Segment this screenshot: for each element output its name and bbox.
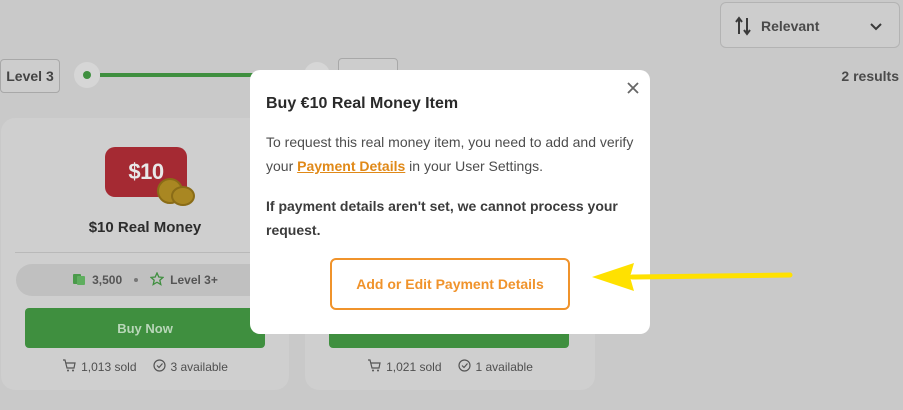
product-title: $10 Real Money (88, 219, 202, 236)
level-slider-handle[interactable] (74, 62, 100, 88)
close-icon[interactable] (626, 81, 642, 97)
price-level-pill: 3,500 Level 3+ (16, 264, 274, 296)
cart-icon (62, 359, 76, 375)
buy-now-button[interactable]: Buy Now (25, 308, 265, 348)
available-count: 3 available (170, 360, 228, 374)
product-card: $10 $10 Real Money 3,500 Level 3+ Buy No… (1, 118, 289, 390)
check-circle-icon (457, 359, 471, 375)
coins-icon (72, 272, 86, 289)
level-requirement: Level 3+ (170, 273, 218, 287)
available-count: 1 available (475, 360, 533, 374)
add-edit-payment-details-button[interactable]: Add or Edit Payment Details (330, 258, 570, 310)
price-value: 3,500 (92, 273, 123, 287)
sold-count: 1,021 sold (386, 360, 442, 374)
annotation-arrow-icon (590, 258, 794, 301)
results-count: 2 results (841, 68, 899, 84)
card-stats: 1,013 sold 3 available (1, 359, 289, 375)
coin-icon (171, 186, 195, 206)
modal-message: To request this real money item, you nee… (266, 130, 638, 178)
separator-dot (134, 278, 139, 282)
payment-details-link[interactable]: Payment Details (297, 158, 405, 174)
sort-label: Relevant (761, 18, 820, 34)
modal-message-text-end: in your User Settings. (405, 158, 544, 174)
sort-arrows-icon (735, 16, 751, 41)
card-stats: 1,021 sold 1 available (305, 359, 595, 375)
modal-warning: If payment details aren't set, we cannot… (266, 198, 618, 238)
divider (15, 252, 275, 253)
check-circle-icon (152, 359, 166, 375)
level-filter-chip[interactable]: Level 3 (0, 59, 60, 93)
modal-title: Buy €10 Real Money Item (266, 95, 459, 112)
sort-dropdown[interactable]: Relevant (720, 2, 900, 48)
sold-count: 1,013 sold (81, 360, 137, 374)
level-slider-track[interactable] (100, 73, 260, 77)
cart-icon (367, 359, 381, 375)
star-icon (149, 270, 165, 289)
chevron-down-icon (869, 19, 883, 37)
